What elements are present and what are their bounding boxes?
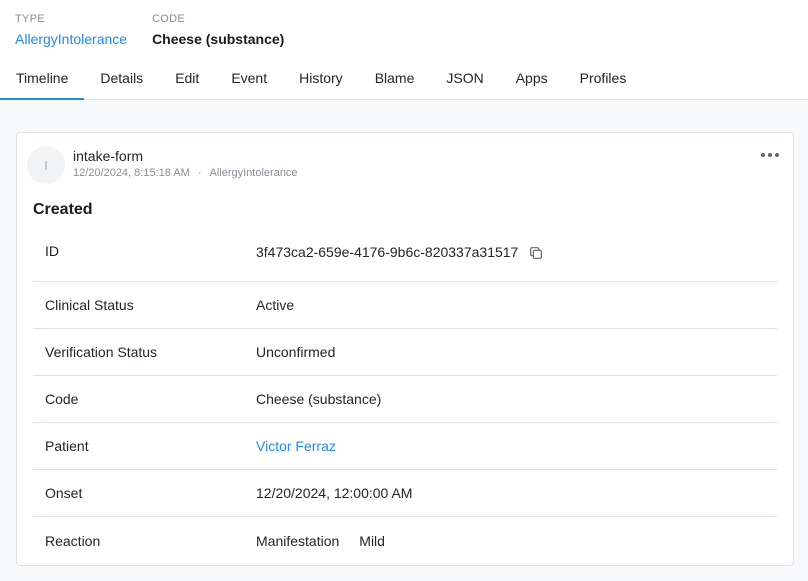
field-value: 3f473ca2-659e-4176-9b6c-820337a31517 [256, 243, 777, 261]
field-key: Reaction [45, 532, 101, 549]
reaction-manifestation-label: Manifestation [256, 532, 340, 549]
field-value: Manifestation Mild [256, 533, 777, 549]
field-key: Patient [45, 438, 89, 454]
type-label: TYPE [15, 13, 45, 25]
avatar[interactable]: I [27, 146, 65, 184]
timeline-event-card: I intake-form 12/20/2024, 8:15:18 AM · A… [16, 132, 794, 566]
field-row-reaction: Reaction Manifestation Mild [33, 517, 777, 564]
field-key: Code [45, 391, 79, 407]
field-row-verification-status: Verification Status Unconfirmed [33, 329, 777, 376]
resource-fields: ID 3f473ca2-659e-4176-9b6c-820337a31517 … [33, 228, 777, 564]
field-row-code: Code Cheese (substance) [33, 376, 777, 423]
field-row-patient: Patient Victor Ferraz [33, 423, 777, 470]
field-key: Verification Status [45, 344, 158, 360]
reaction-severity: Mild [359, 532, 385, 549]
event-resource-type: AllergyIntolerance [209, 167, 298, 179]
field-key: Onset [45, 485, 83, 501]
reaction-detail: Manifestation Mild [256, 533, 385, 549]
field-row-onset: Onset 12/20/2024, 12:00:00 AM [33, 470, 777, 517]
copy-icon[interactable] [528, 245, 544, 261]
event-heading: Created [33, 201, 93, 218]
code-value: Cheese (substance) [152, 31, 285, 47]
more-options-button[interactable] [761, 153, 779, 157]
tab-blame[interactable]: Blame [359, 59, 431, 100]
id-value: 3f473ca2-659e-4176-9b6c-820337a31517 [256, 244, 519, 260]
type-link[interactable]: AllergyIntolerance [15, 30, 127, 48]
code-meta: CODE Cheese (substance) [152, 12, 284, 48]
event-timestamp: 12/20/2024, 8:15:18 AM [73, 167, 190, 179]
tab-history[interactable]: History [283, 59, 359, 100]
field-key: ID [45, 243, 59, 259]
field-value: Active [256, 297, 295, 313]
field-key: Clinical Status [45, 297, 134, 313]
resource-header: TYPE AllergyIntolerance CODE Cheese (sub… [0, 0, 808, 100]
tab-profiles[interactable]: Profiles [564, 59, 643, 100]
tab-apps[interactable]: Apps [500, 59, 564, 100]
tab-json[interactable]: JSON [430, 59, 499, 100]
field-row-id: ID 3f473ca2-659e-4176-9b6c-820337a31517 [33, 228, 777, 282]
field-value: Unconfirmed [256, 344, 336, 360]
tab-bar: Timeline Details Edit Event History Blam… [0, 59, 642, 100]
patient-link[interactable]: Victor Ferraz [256, 438, 777, 454]
field-value: 12/20/2024, 12:00:00 AM [256, 485, 413, 501]
event-author[interactable]: intake-form [73, 148, 143, 164]
subline-separator: · [197, 167, 202, 179]
field-row-clinical-status: Clinical Status Active [33, 282, 777, 329]
tab-details[interactable]: Details [84, 59, 159, 100]
tab-timeline[interactable]: Timeline [0, 59, 85, 100]
tab-event[interactable]: Event [215, 59, 283, 100]
code-label: CODE [152, 13, 186, 25]
type-meta: TYPE AllergyIntolerance [15, 12, 127, 48]
dots-icon [761, 153, 765, 157]
resource-meta: TYPE AllergyIntolerance CODE Cheese (sub… [15, 12, 284, 48]
field-value: Cheese (substance) [256, 391, 382, 407]
tab-edit[interactable]: Edit [159, 59, 215, 100]
event-subline: 12/20/2024, 8:15:18 AM · AllergyIntolera… [73, 167, 298, 179]
dots-icon-dot [775, 153, 779, 157]
dots-icon-dot [768, 153, 772, 157]
